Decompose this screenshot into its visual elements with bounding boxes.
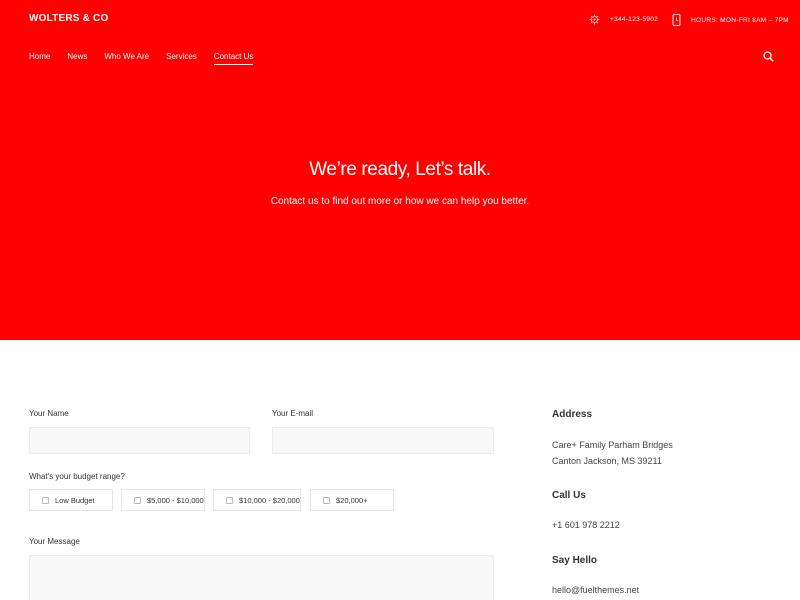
address-line-1: Care+ Family Parham Bridges bbox=[552, 440, 673, 450]
budget-option-10k-20k[interactable]: $10,000 - $20,000 bbox=[213, 489, 301, 511]
call-heading: Call Us bbox=[552, 490, 586, 501]
name-input[interactable] bbox=[29, 427, 250, 454]
search-icon[interactable] bbox=[763, 51, 774, 62]
hero-title: We’re ready, Let’s talk. bbox=[309, 159, 491, 180]
topbar-hours-text: HOURS: MON-FRI 8AM – 7PM bbox=[691, 16, 789, 24]
clock-icon bbox=[672, 14, 681, 26]
nav-item-who-we-are[interactable]: Who We Are bbox=[104, 52, 149, 65]
email-input[interactable] bbox=[272, 427, 494, 454]
checkbox-icon[interactable] bbox=[134, 496, 141, 504]
address-line-2: Canton Jackson, MS 39211 bbox=[552, 456, 662, 466]
nav-item-home[interactable]: Home bbox=[29, 52, 50, 65]
nav-item-contact-us[interactable]: Contact Us bbox=[213, 52, 254, 65]
budget-option-low[interactable]: Low Budget bbox=[29, 489, 113, 511]
hero-subtitle: Contact us to find out more or how we ca… bbox=[270, 196, 530, 207]
main-nav: Home News Who We Are Services Contact Us bbox=[29, 52, 270, 65]
budget-option-label: $10,000 - $20,000 bbox=[239, 495, 300, 505]
contact-email[interactable]: hello@fuelthemes.net bbox=[552, 582, 639, 598]
topbar-phone[interactable]: +344-123-5902 bbox=[589, 14, 658, 25]
email-label: Your E-mail bbox=[272, 409, 314, 418]
message-textarea[interactable] bbox=[29, 555, 494, 600]
hello-heading: Say Hello bbox=[552, 555, 598, 566]
address-heading: Address bbox=[552, 409, 593, 420]
budget-label: What's your budget range? bbox=[29, 472, 125, 481]
message-label: Your Message bbox=[29, 537, 80, 546]
site-logo[interactable]: WOLTERS & CO bbox=[29, 13, 108, 24]
budget-option-label: $20,000+ bbox=[336, 495, 368, 505]
budget-option-5k-10k[interactable]: $5,000 - $10,000 bbox=[121, 489, 205, 511]
nav-item-services[interactable]: Services bbox=[166, 52, 197, 65]
budget-option-label: Low Budget bbox=[55, 495, 95, 505]
name-label: Your Name bbox=[29, 409, 69, 418]
topbar-phone-text: +344-123-5902 bbox=[610, 16, 659, 23]
checkbox-icon[interactable] bbox=[323, 496, 330, 504]
hero-section: WOLTERS & CO +344-123-5902 HOURS: MON-FR… bbox=[0, 0, 800, 340]
budget-option-label: $5,000 - $10,000 bbox=[147, 495, 204, 505]
contact-phone[interactable]: +1 601 978 2212 bbox=[552, 517, 620, 533]
phone-icon bbox=[589, 14, 600, 25]
topbar-hours: HOURS: MON-FRI 8AM – 7PM bbox=[672, 14, 789, 26]
nav-item-news[interactable]: News bbox=[67, 52, 87, 65]
budget-option-20k-plus[interactable]: $20,000+ bbox=[310, 489, 394, 511]
checkbox-icon[interactable] bbox=[226, 496, 233, 504]
checkbox-icon[interactable] bbox=[42, 496, 49, 504]
